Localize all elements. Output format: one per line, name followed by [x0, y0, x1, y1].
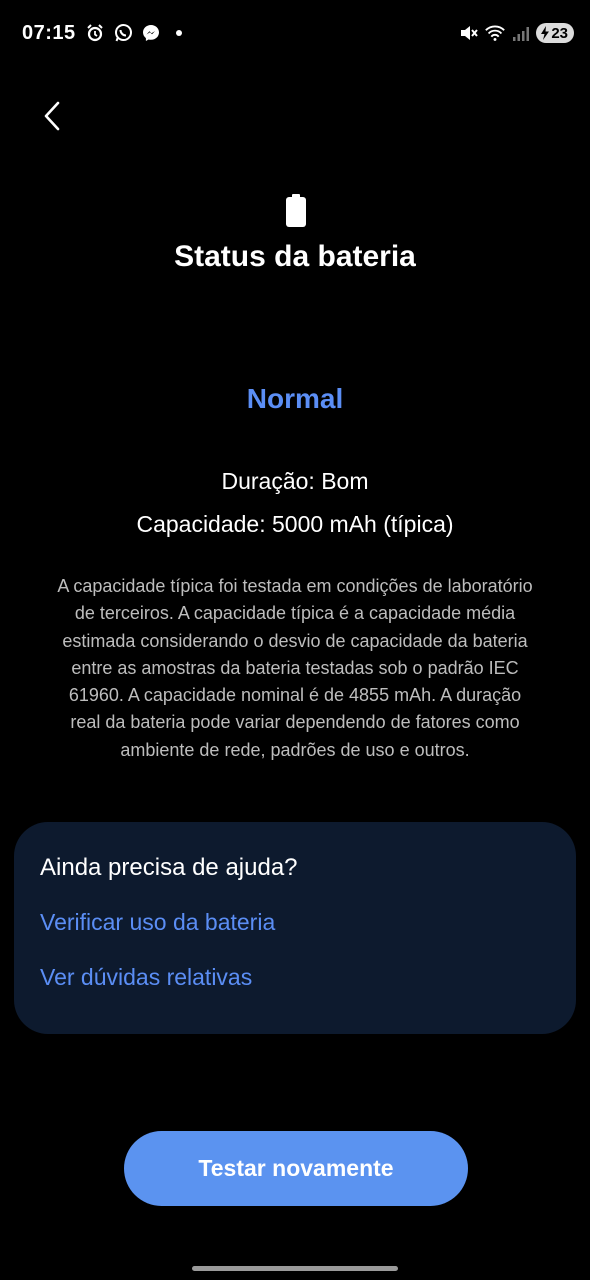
help-card: Ainda precisa de ajuda? Verificar uso da… [14, 822, 576, 1034]
chevron-left-icon [44, 101, 60, 131]
related-faq-link[interactable]: Ver dúvidas relativas [40, 964, 252, 991]
capacity-text: Capacidade: 5000 mAh (típica) [136, 511, 454, 537]
check-battery-usage-link[interactable]: Verificar uso da bateria [40, 909, 275, 936]
battery-level: 23 [551, 24, 568, 42]
status-bar: 07:15 23 [0, 0, 590, 70]
help-title: Ainda precisa de ajuda? [40, 854, 298, 881]
page-title: Status da bateria [174, 240, 416, 273]
home-indicator[interactable] [192, 1266, 398, 1271]
whatsapp-icon [112, 22, 134, 44]
alarm-icon [84, 22, 106, 44]
capacity-description: A capacidade típica foi testada em condi… [57, 576, 533, 760]
wifi-icon [484, 22, 506, 44]
status-time: 07:15 [22, 22, 76, 44]
battery-status-value: Normal [246, 383, 344, 414]
back-button[interactable] [34, 96, 70, 136]
battery-charging-icon: 23 [536, 23, 574, 43]
duration-text: Duração: Bom [221, 468, 369, 494]
signal-icon [510, 22, 532, 44]
mute-icon [458, 22, 480, 44]
messenger-icon [140, 22, 162, 44]
system-icons: 23 [458, 22, 574, 44]
notification-icons [84, 22, 190, 44]
dot-icon [168, 22, 190, 44]
battery-icon [284, 194, 308, 228]
retest-button[interactable]: Testar novamente [124, 1131, 468, 1206]
